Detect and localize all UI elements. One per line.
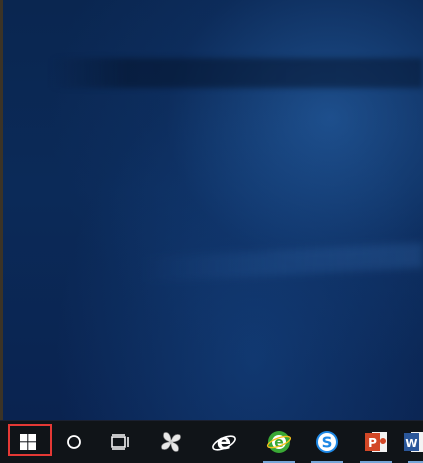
search-circle-icon xyxy=(67,435,81,449)
start-button-highlight-box xyxy=(8,424,52,456)
green-browser-button[interactable]: e xyxy=(257,421,301,463)
svg-text:W: W xyxy=(405,437,417,450)
search-button[interactable] xyxy=(52,421,96,463)
sogou-browser-button[interactable]: S xyxy=(305,421,349,463)
taskbar: e e S P W xyxy=(0,420,423,463)
svg-text:S: S xyxy=(322,434,333,452)
green-browser-icon: e xyxy=(266,431,292,453)
task-view-icon xyxy=(111,434,129,450)
svg-text:P: P xyxy=(368,436,377,450)
window-left-edge xyxy=(0,0,3,462)
task-view-button[interactable] xyxy=(99,421,143,463)
word-button[interactable]: W xyxy=(402,421,423,463)
powerpoint-icon: P xyxy=(365,432,387,452)
powerpoint-button[interactable]: P xyxy=(354,421,398,463)
pinwheel-app-icon xyxy=(161,432,181,452)
pinwheel-app-button[interactable] xyxy=(149,421,193,463)
internet-explorer-icon: e xyxy=(212,430,236,454)
internet-explorer-button[interactable]: e xyxy=(202,421,246,463)
wallpaper-light-band xyxy=(50,58,423,88)
word-icon: W xyxy=(404,432,423,452)
sogou-browser-icon: S xyxy=(316,431,338,453)
